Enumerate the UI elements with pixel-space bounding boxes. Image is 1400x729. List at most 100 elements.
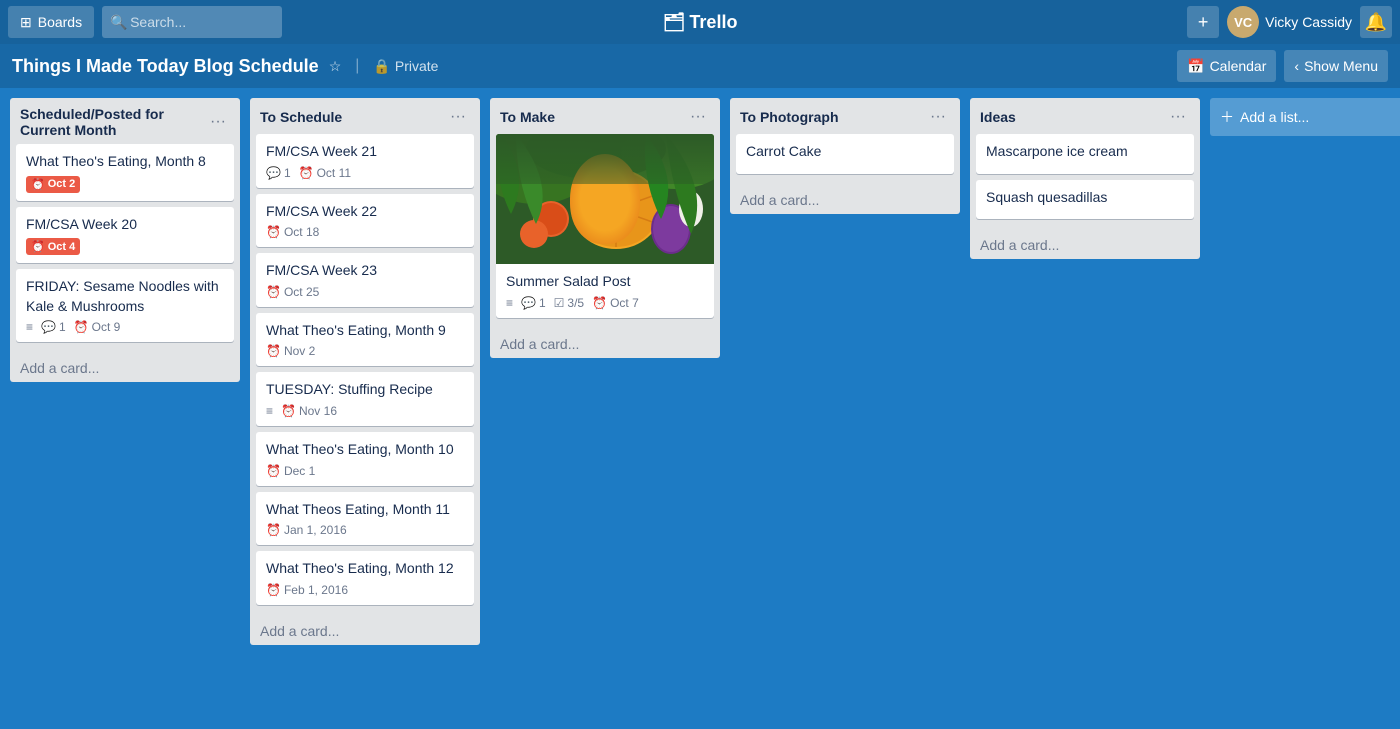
visibility-button[interactable]: 🔒 Private xyxy=(373,58,438,75)
card-title: Squash quesadillas xyxy=(986,188,1184,208)
due-badge: ⏰ Oct 11 xyxy=(299,166,351,180)
card-title: What Theo's Eating, Month 9 xyxy=(266,321,464,341)
card-title: Mascarpone ice cream xyxy=(986,142,1184,162)
list-cards-tomake: Summer Salad Post ≡ 💬 1 ☑ 3/5 xyxy=(490,134,720,330)
checklist-badge: ☑ 3/5 xyxy=(554,296,584,310)
list-header-toschedule: To Schedule ··· xyxy=(250,98,480,134)
list-header-tomake: To Make ··· xyxy=(490,98,720,134)
card-summer-salad[interactable]: Summer Salad Post ≡ 💬 1 ☑ 3/5 xyxy=(496,134,714,318)
list-tophoto: To Photograph ··· Carrot Cake Add a card… xyxy=(730,98,960,214)
list-header-ideas: Ideas ··· xyxy=(970,98,1200,134)
card-title: TUESDAY: Stuffing Recipe xyxy=(266,380,464,400)
vegetable-svg xyxy=(496,134,714,264)
list-menu-button-scheduled[interactable]: ··· xyxy=(206,111,230,133)
board-actions: 📅 Calendar ‹ Show Menu xyxy=(1177,50,1388,82)
comment-badge: 💬 1 xyxy=(521,296,546,310)
card-meta: 💬 1 ⏰ Oct 11 xyxy=(266,166,464,180)
comment-badge: 💬 1 xyxy=(41,320,66,334)
avatar: VC xyxy=(1227,6,1259,38)
clock-icon: ⏰ xyxy=(31,240,45,253)
trello-logo-icon: 🗂 xyxy=(663,12,686,33)
card-mascarpone[interactable]: Mascarpone ice cream xyxy=(976,134,1194,174)
board-titlebar: Things I Made Today Blog Schedule ☆ | 🔒 … xyxy=(0,44,1400,88)
card-stuffing[interactable]: TUESDAY: Stuffing Recipe ≡ ⏰ Nov 16 xyxy=(256,372,474,426)
card-fmcsa-23[interactable]: FM/CSA Week 23 ⏰ Oct 25 xyxy=(256,253,474,307)
lock-icon: 🔒 xyxy=(373,58,390,75)
due-badge: ⏰ Jan 1, 2016 xyxy=(266,523,347,537)
comment-badge: 💬 1 xyxy=(266,166,291,180)
show-menu-button[interactable]: ‹ Show Menu xyxy=(1284,50,1388,82)
add-card-button-ideas[interactable]: Add a card... xyxy=(970,231,1200,259)
calendar-icon: 📅 xyxy=(1187,58,1204,75)
list-title-toschedule: To Schedule xyxy=(260,109,446,125)
clock-icon: ⏰ xyxy=(266,225,281,239)
comment-icon: 💬 xyxy=(266,166,281,180)
card-title: FRIDAY: Sesame Noodles with Kale & Mushr… xyxy=(26,277,224,316)
card-meta: ⏰ Oct 4 xyxy=(26,238,224,255)
add-card-button-scheduled[interactable]: Add a card... xyxy=(10,354,240,382)
clock-icon: ⏰ xyxy=(281,404,296,418)
card-meta: ≡ 💬 1 ☑ 3/5 ⏰ Oct 7 xyxy=(506,296,704,310)
list-cards-toschedule: FM/CSA Week 21 💬 1 ⏰ Oct 11 FM/CSA Week … xyxy=(250,134,480,617)
due-badge: ⏰ Nov 16 xyxy=(281,404,337,418)
card-theos-9[interactable]: What Theo's Eating, Month 9 ⏰ Nov 2 xyxy=(256,313,474,367)
due-badge: ⏰ Oct 2 xyxy=(26,176,80,193)
header-right: + VC Vicky Cassidy 🔔 xyxy=(1187,6,1392,38)
card-theos-12[interactable]: What Theo's Eating, Month 12 ⏰ Feb 1, 20… xyxy=(256,551,474,605)
list-title-tomake: To Make xyxy=(500,109,686,125)
user-menu[interactable]: VC Vicky Cassidy xyxy=(1227,6,1352,38)
search-input[interactable] xyxy=(102,6,282,38)
clock-icon: ⏰ xyxy=(266,464,281,478)
list-title-scheduled: Scheduled/Posted for Current Month xyxy=(20,106,206,138)
card-meta: ≡ ⏰ Nov 16 xyxy=(266,404,464,418)
clock-icon: ⏰ xyxy=(299,166,314,180)
card-fmcsa-20[interactable]: FM/CSA Week 20 ⏰ Oct 4 xyxy=(16,207,234,264)
add-card-button-tomake[interactable]: Add a card... xyxy=(490,330,720,358)
notification-button[interactable]: 🔔 xyxy=(1360,6,1392,38)
clock-icon: ⏰ xyxy=(592,296,607,310)
add-button[interactable]: + xyxy=(1187,6,1219,38)
star-button[interactable]: ☆ xyxy=(329,58,342,75)
card-title: FM/CSA Week 20 xyxy=(26,215,224,235)
comment-icon: 💬 xyxy=(41,320,56,334)
list-menu-button-tophoto[interactable]: ··· xyxy=(926,106,950,128)
card-what-theos-8[interactable]: What Theo's Eating, Month 8 ⏰ Oct 2 xyxy=(16,144,234,201)
list-header-scheduled: Scheduled/Posted for Current Month ··· xyxy=(10,98,240,144)
due-badge-normal: ⏰ Oct 9 xyxy=(74,320,121,334)
chevron-left-icon: ‹ xyxy=(1294,58,1299,74)
card-meta: ≡ 💬 1 ⏰ Oct 9 xyxy=(26,320,224,334)
board-title: Things I Made Today Blog Schedule xyxy=(12,56,319,77)
add-card-button-toschedule[interactable]: Add a card... xyxy=(250,617,480,645)
card-theos-10[interactable]: What Theo's Eating, Month 10 ⏰ Dec 1 xyxy=(256,432,474,486)
clock-icon: ⏰ xyxy=(266,583,281,597)
list-title-ideas: Ideas xyxy=(980,109,1166,125)
list-menu-button-ideas[interactable]: ··· xyxy=(1166,106,1190,128)
card-carrot-cake[interactable]: Carrot Cake xyxy=(736,134,954,174)
card-theos-11[interactable]: What Theos Eating, Month 11 ⏰ Jan 1, 201… xyxy=(256,492,474,546)
add-list-button[interactable]: ＋ Add a list... xyxy=(1210,98,1400,136)
calendar-button[interactable]: 📅 Calendar xyxy=(1177,50,1276,82)
card-fmcsa-21[interactable]: FM/CSA Week 21 💬 1 ⏰ Oct 11 xyxy=(256,134,474,188)
clock-icon: ⏰ xyxy=(31,178,45,191)
list-title-tophoto: To Photograph xyxy=(740,109,926,125)
desc-badge: ≡ xyxy=(506,296,513,310)
due-badge: ⏰ Feb 1, 2016 xyxy=(266,583,348,597)
grid-icon: ⊞ xyxy=(20,14,32,31)
list-cards-ideas: Mascarpone ice cream Squash quesadillas xyxy=(970,134,1200,231)
desc-badge: ≡ xyxy=(266,404,273,418)
boards-button[interactable]: ⊞ Boards xyxy=(8,6,94,38)
list-menu-button-tomake[interactable]: ··· xyxy=(686,106,710,128)
card-meta: ⏰ Oct 18 xyxy=(266,225,464,239)
card-fmcsa-22[interactable]: FM/CSA Week 22 ⏰ Oct 18 xyxy=(256,194,474,248)
desc-icon: ≡ xyxy=(266,404,273,418)
checklist-icon: ☑ xyxy=(554,296,565,310)
list-toschedule: To Schedule ··· FM/CSA Week 21 💬 1 ⏰ Oct… xyxy=(250,98,480,645)
card-title: What Theo's Eating, Month 8 xyxy=(26,152,224,172)
card-squash[interactable]: Squash quesadillas xyxy=(976,180,1194,220)
card-title: Carrot Cake xyxy=(746,142,944,162)
card-title: FM/CSA Week 22 xyxy=(266,202,464,222)
card-title: What Theo's Eating, Month 12 xyxy=(266,559,464,579)
add-card-button-tophoto[interactable]: Add a card... xyxy=(730,186,960,214)
card-sesame-noodles[interactable]: FRIDAY: Sesame Noodles with Kale & Mushr… xyxy=(16,269,234,342)
list-menu-button-toschedule[interactable]: ··· xyxy=(446,106,470,128)
